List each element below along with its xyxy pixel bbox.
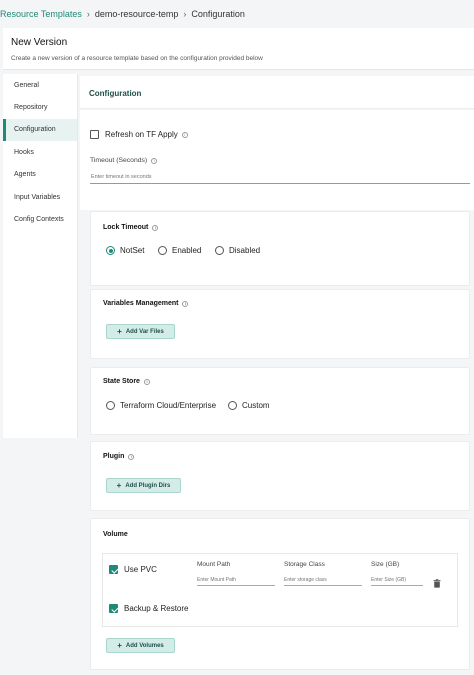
radio-icon[interactable] [215, 246, 224, 255]
variables-management-title: Variables Management [103, 300, 179, 307]
info-icon[interactable]: i [128, 453, 135, 460]
sidebar-item-label: Configuration [14, 126, 56, 134]
plus-icon: + [117, 327, 122, 336]
page-title: New Version [11, 37, 68, 48]
info-icon[interactable]: i [143, 378, 150, 385]
refresh-on-apply-checkbox[interactable] [90, 130, 99, 139]
breadcrumb-current: Configuration [191, 9, 245, 19]
refresh-on-apply-row[interactable]: Refresh on TF Apply i [90, 130, 188, 139]
mount-path-label: Mount Path [197, 561, 231, 568]
backup-restore-checkbox[interactable] [109, 604, 118, 613]
timeout-input[interactable] [90, 170, 470, 184]
lock-timeout-card: Lock Timeout i [90, 211, 470, 286]
state-store-option-terraform-cloud[interactable]: Terraform Cloud/Enterprise [106, 401, 216, 410]
add-volumes-button[interactable]: + Add Volumes [106, 638, 175, 653]
section-title-configuration: Configuration [80, 76, 474, 109]
volume-title: Volume [103, 531, 128, 538]
lock-timeout-title-row: Lock Timeout i [103, 224, 159, 231]
plugin-title-row: Plugin i [103, 453, 135, 460]
storage-class-label: Storage Class [284, 561, 325, 568]
sidebar-item-label: Hooks [14, 148, 34, 156]
trash-icon[interactable] [433, 579, 441, 588]
sidebar-item-general[interactable]: General [3, 74, 77, 96]
info-icon[interactable]: i [151, 157, 158, 164]
sidebar-item-label: Input Variables [14, 193, 61, 201]
plus-icon: + [116, 481, 122, 490]
breadcrumb: Resource Templates › demo-resource-temp … [0, 0, 474, 28]
sidebar-item-label: Agents [14, 171, 36, 179]
state-store-title: State Store [103, 378, 140, 385]
chevron-right-icon: › [86, 9, 90, 19]
lock-timeout-option-label: NotSet [120, 246, 145, 255]
breadcrumb-template[interactable]: demo-resource-temp [95, 9, 179, 19]
sidebar-item-label: Repository [14, 104, 48, 112]
lock-timeout-option-label: Disabled [229, 246, 261, 255]
use-pvc-label: Use PVC [124, 565, 157, 574]
radio-icon[interactable] [106, 401, 115, 410]
mount-path-input[interactable] [197, 575, 275, 586]
radio-icon[interactable] [158, 246, 167, 255]
size-label: Size (GB) [371, 561, 400, 568]
refresh-on-apply-label: Refresh on TF Apply [105, 130, 178, 139]
sidebar-item-label: General [14, 81, 39, 89]
storage-class-input[interactable] [284, 575, 362, 586]
radio-icon[interactable] [228, 401, 237, 410]
size-input[interactable] [371, 575, 423, 586]
state-store-option-custom[interactable]: Custom [228, 401, 270, 410]
state-store-option-label: Custom [242, 401, 270, 410]
add-plugin-dirs-button[interactable]: + Add Plugin Dirs [106, 478, 181, 493]
add-plugin-dirs-label: Add Plugin Dirs [125, 482, 171, 489]
add-volumes-label: Add Volumes [125, 642, 164, 649]
add-var-files-label: Add Var Files [125, 328, 164, 335]
timeout-label-row: Timeout (Seconds) i [90, 157, 158, 164]
use-pvc-row[interactable]: Use PVC [109, 565, 157, 574]
timeout-label: Timeout (Seconds) [90, 157, 148, 164]
lock-timeout-option-enabled[interactable]: Enabled [158, 246, 201, 255]
lock-timeout-option-label: Enabled [172, 246, 202, 255]
lock-timeout-option-disabled[interactable]: Disabled [215, 246, 260, 255]
state-store-option-label: Terraform Cloud/Enterprise [120, 401, 217, 410]
radio-icon[interactable] [106, 246, 115, 255]
sidebar-item-config-contexts[interactable]: Config Contexts [3, 208, 77, 230]
backup-restore-label: Backup & Restore [124, 604, 189, 613]
sidebar-item-input-variables[interactable]: Input Variables [3, 186, 77, 208]
page-header: New Version Create a new version of a re… [3, 28, 474, 70]
sidebar-item-repository[interactable]: Repository [3, 96, 77, 118]
plus-icon: + [117, 641, 122, 650]
info-icon[interactable]: i [152, 224, 159, 231]
sidebar-item-configuration[interactable]: Configuration [3, 118, 77, 142]
breadcrumb-resource-templates[interactable]: Resource Templates [0, 9, 82, 19]
state-store-title-row: State Store i [103, 378, 150, 385]
sidebar-item-hooks[interactable]: Hooks [3, 141, 77, 163]
sidebar: General Repository Configuration Hooks A… [3, 74, 78, 438]
plugin-title: Plugin [103, 453, 125, 460]
variables-management-title-row: Variables Management i [103, 300, 189, 307]
use-pvc-checkbox[interactable] [109, 565, 118, 574]
chevron-right-icon: › [183, 9, 187, 19]
page-subtitle: Create a new version of a resource templ… [11, 55, 263, 62]
info-icon[interactable]: i [182, 300, 189, 307]
sidebar-item-agents[interactable]: Agents [3, 164, 77, 186]
sidebar-item-label: Config Contexts [14, 216, 64, 224]
backup-restore-row[interactable]: Backup & Restore [109, 604, 188, 613]
add-var-files-button[interactable]: + Add Var Files [106, 324, 175, 339]
info-icon[interactable]: i [181, 131, 188, 138]
lock-timeout-title: Lock Timeout [103, 224, 149, 231]
plugin-card: Plugin i [90, 441, 470, 511]
lock-timeout-option-notset[interactable]: NotSet [106, 246, 144, 255]
